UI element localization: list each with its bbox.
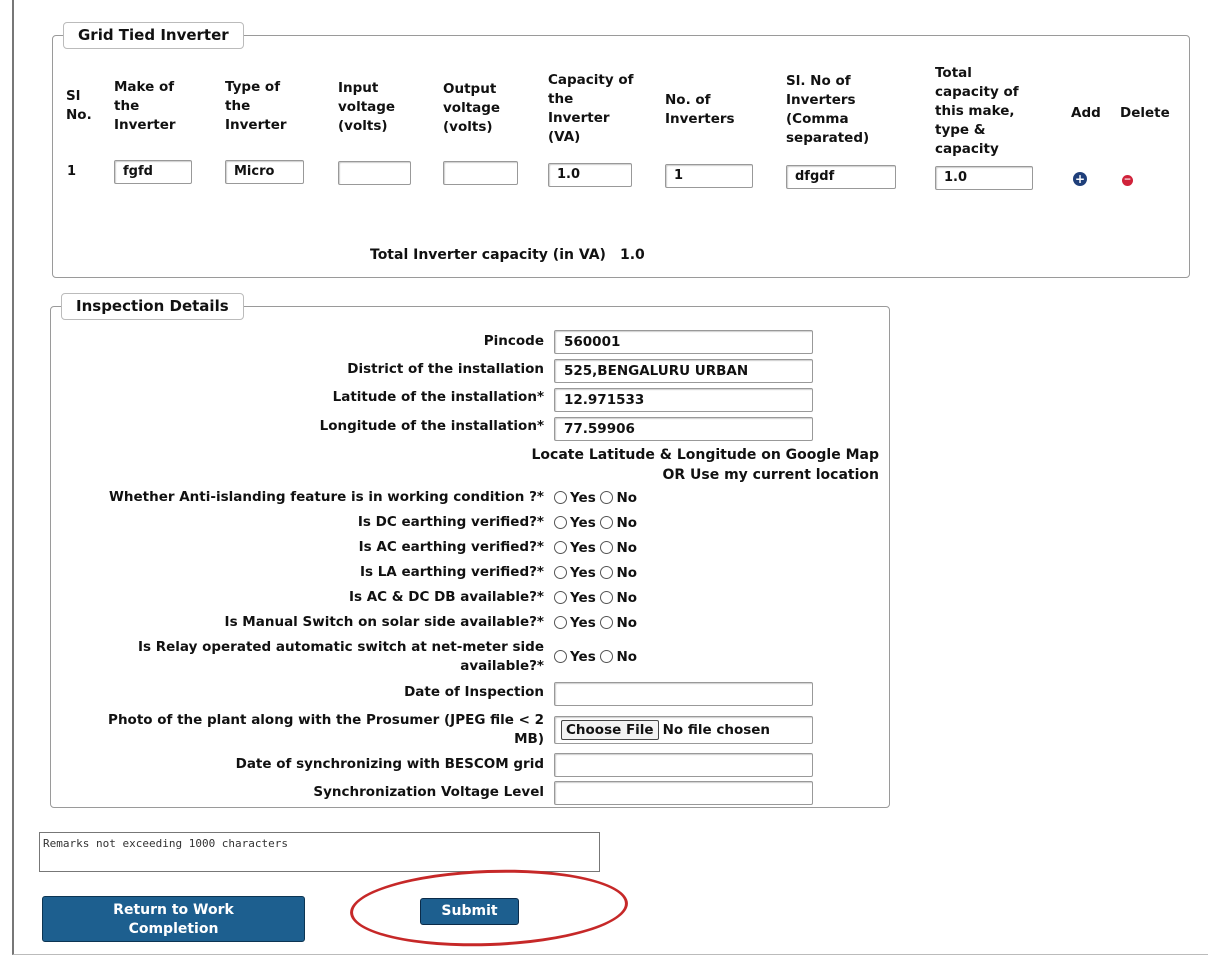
radio-yes[interactable] bbox=[554, 616, 567, 629]
manual-switch-label: Is Manual Switch on solar side available… bbox=[224, 614, 544, 630]
district-field[interactable]: 525,BENGALURU URBAN bbox=[554, 359, 813, 383]
radio-yes[interactable] bbox=[554, 541, 567, 554]
type-input[interactable]: Micro bbox=[225, 160, 304, 184]
relay-switch-label: Is Relay operated automatic switch at ne… bbox=[137, 639, 544, 674]
total-capacity-value: 1.0 bbox=[619, 247, 645, 263]
total-capacity-label: Total Inverter capacity (in VA) bbox=[370, 247, 606, 263]
grid-tied-inverter-section: Grid Tied Inverter bbox=[52, 22, 1190, 278]
remarks-textarea[interactable]: Remarks not exceeding 1000 characters bbox=[39, 832, 600, 872]
header-input-voltage: Input voltage (volts) bbox=[338, 80, 396, 134]
capacity-input[interactable]: 1.0 bbox=[548, 163, 632, 187]
radio-no[interactable] bbox=[600, 650, 614, 663]
header-capacity: Capacity of the Inverter (VA) bbox=[548, 72, 634, 145]
radio-no[interactable] bbox=[600, 516, 614, 529]
photo-file-input[interactable]: Choose File No file chosen bbox=[554, 716, 813, 744]
dc-earthing-label: Is DC earthing verified?* bbox=[357, 514, 544, 530]
header-serial-nos: Sl. No of Inverters (Comma separated) bbox=[786, 73, 870, 146]
sync-date-field[interactable] bbox=[554, 753, 813, 777]
photo-label: Photo of the plant along with the Prosum… bbox=[108, 712, 544, 747]
input-voltage-input[interactable] bbox=[338, 161, 411, 185]
make-input[interactable]: fgfd bbox=[114, 160, 192, 184]
ac-dc-db-label: Is AC & DC DB available?* bbox=[348, 589, 544, 605]
header-sl-no: Sl No. bbox=[66, 88, 92, 123]
manual-switch-radio[interactable]: Yes No bbox=[554, 615, 637, 631]
locate-map-link[interactable]: Locate Latitude & Longitude on Google Ma… bbox=[532, 447, 880, 463]
radio-no[interactable] bbox=[600, 616, 614, 629]
district-label: District of the installation bbox=[347, 361, 544, 377]
sync-voltage-label: Synchronization Voltage Level bbox=[313, 784, 544, 800]
current-location-link[interactable]: OR Use my current location bbox=[662, 467, 879, 483]
no-inverters-input[interactable]: 1 bbox=[665, 164, 753, 188]
serial-nos-input[interactable]: dfgdf bbox=[786, 165, 896, 189]
output-voltage-input[interactable] bbox=[443, 161, 518, 185]
radio-no[interactable] bbox=[600, 591, 614, 604]
ac-earthing-radio[interactable]: Yes No bbox=[554, 540, 637, 556]
total-capacity-input[interactable]: 1.0 bbox=[935, 166, 1033, 190]
ac-dc-db-radio[interactable]: Yes No bbox=[554, 590, 637, 606]
header-make: Make of the Inverter bbox=[114, 79, 176, 133]
header-type: Type of the Inverter bbox=[225, 79, 287, 133]
longitude-field[interactable]: 77.59906 bbox=[554, 417, 813, 441]
pincode-label: Pincode bbox=[483, 333, 544, 349]
pincode-field[interactable]: 560001 bbox=[554, 330, 813, 354]
header-no-inverters: No. of Inverters bbox=[665, 92, 735, 127]
relay-switch-radio[interactable]: Yes No bbox=[554, 649, 637, 665]
sync-voltage-field[interactable] bbox=[554, 781, 813, 805]
longitude-label: Longitude of the installation* bbox=[319, 418, 544, 434]
latitude-field[interactable]: 12.971533 bbox=[554, 388, 813, 412]
section-legend-inverter: Grid Tied Inverter bbox=[63, 22, 244, 49]
total-inverter-capacity: Total Inverter capacity (in VA) 1.0 bbox=[370, 247, 645, 263]
header-delete: Delete bbox=[1120, 105, 1170, 121]
ac-earthing-label: Is AC earthing verified?* bbox=[358, 539, 544, 555]
sync-date-label: Date of synchronizing with BESCOM grid bbox=[235, 756, 544, 772]
radio-no[interactable] bbox=[600, 491, 614, 504]
section-legend-inspection: Inspection Details bbox=[61, 293, 244, 320]
la-earthing-radio[interactable]: Yes No bbox=[554, 565, 637, 581]
return-to-work-completion-button[interactable]: Return to Work Completion bbox=[42, 896, 305, 942]
dc-earthing-radio[interactable]: Yes No bbox=[554, 515, 637, 531]
file-status: No file chosen bbox=[662, 722, 771, 738]
radio-yes[interactable] bbox=[554, 650, 567, 663]
header-add: Add bbox=[1071, 105, 1101, 121]
radio-yes[interactable] bbox=[554, 591, 567, 604]
radio-yes[interactable] bbox=[554, 566, 567, 579]
la-earthing-label: Is LA earthing verified?* bbox=[359, 564, 544, 580]
anti-islanding-radio[interactable]: Yes No bbox=[554, 490, 637, 506]
radio-no[interactable] bbox=[600, 566, 614, 579]
delete-row-icon[interactable]: − bbox=[1122, 175, 1133, 186]
anti-islanding-label: Whether Anti-islanding feature is in wor… bbox=[109, 489, 544, 505]
radio-yes[interactable] bbox=[554, 491, 567, 504]
date-of-inspection-label: Date of Inspection bbox=[404, 684, 544, 700]
add-row-icon[interactable]: + bbox=[1073, 172, 1087, 186]
latitude-label: Latitude of the installation* bbox=[332, 389, 544, 405]
header-total-capacity: Total capacity of this make, type & capacity bbox=[935, 65, 1019, 157]
row-sl-no: 1 bbox=[67, 164, 77, 179]
date-of-inspection-field[interactable] bbox=[554, 682, 813, 706]
choose-file-button[interactable]: Choose File bbox=[561, 720, 659, 740]
radio-yes[interactable] bbox=[554, 516, 567, 529]
header-output-voltage: Output voltage (volts) bbox=[443, 81, 501, 135]
radio-no[interactable] bbox=[600, 541, 614, 554]
